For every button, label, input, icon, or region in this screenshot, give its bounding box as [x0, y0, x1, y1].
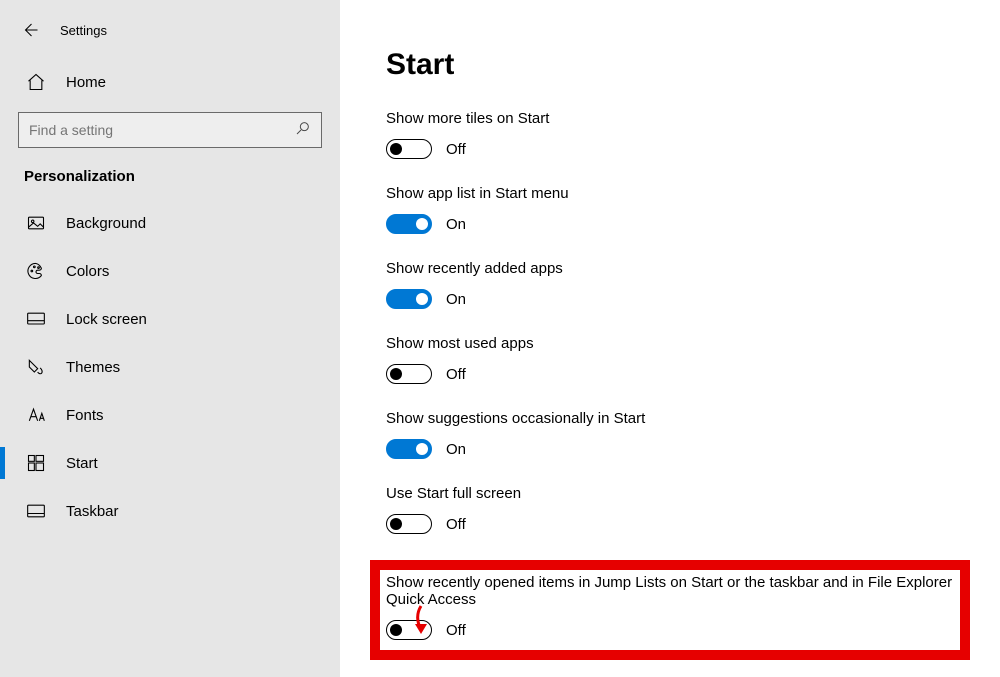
lockscreen-icon	[24, 307, 48, 331]
main-content: Start Show more tiles on Start Off Show ap…	[340, 0, 1000, 677]
setting-show-more-tiles-on-start-toggle[interactable]	[386, 139, 432, 159]
setting-show-most-used-apps: Show most used apps Off	[386, 335, 954, 384]
setting-label: Show suggestions occasionally in Start	[386, 410, 954, 427]
setting-show-suggestions-occasionally-in-start-toggle[interactable]	[386, 439, 432, 459]
sidebar-item-themes[interactable]: Themes	[0, 343, 340, 391]
toggle-state: Off	[446, 366, 466, 383]
app-title: Settings	[60, 23, 107, 38]
sidebar-item-label: Taskbar	[66, 503, 119, 520]
themes-icon	[24, 355, 48, 379]
toggle-state: On	[446, 441, 466, 458]
sidebar-item-colors[interactable]: Colors	[0, 247, 340, 295]
home-icon	[24, 70, 48, 94]
sidebar-item-background[interactable]: Background	[0, 199, 340, 247]
setting-label: Show more tiles on Start	[386, 110, 954, 127]
setting-show-recently-opened-items-in-jump-lists-toggle[interactable]	[386, 620, 432, 640]
setting-label: Show most used apps	[386, 335, 954, 352]
palette-icon	[24, 259, 48, 283]
search-icon	[295, 120, 311, 140]
setting-show-app-list-in-start-menu: Show app list in Start menu On	[386, 185, 954, 234]
setting-show-most-used-apps-toggle[interactable]	[386, 364, 432, 384]
toggle-state: On	[446, 291, 466, 308]
sidebar-item-start[interactable]: Start	[0, 439, 340, 487]
toggle-state: Off	[446, 622, 466, 639]
sidebar-item-fonts[interactable]: Fonts	[0, 391, 340, 439]
setting-label: Show recently added apps	[386, 260, 954, 277]
setting-show-recently-added-apps-toggle[interactable]	[386, 289, 432, 309]
sidebar-item-label: Lock screen	[66, 311, 147, 328]
taskbar-icon	[24, 499, 48, 523]
setting-show-app-list-in-start-menu-toggle[interactable]	[386, 214, 432, 234]
toggle-state: Off	[446, 141, 466, 158]
setting-label: Show app list in Start menu	[386, 185, 954, 202]
back-button[interactable]	[8, 10, 52, 50]
setting-use-start-full-screen: Use Start full screen Off	[386, 485, 954, 534]
topbar: Settings	[0, 10, 340, 50]
sidebar: Settings Home Personalization Background…	[0, 0, 340, 677]
sidebar-item-label: Fonts	[66, 407, 104, 424]
setting-show-suggestions-occasionally-in-start: Show suggestions occasionally in Start On	[386, 410, 954, 459]
sidebar-item-label: Colors	[66, 263, 109, 280]
sidebar-item-taskbar[interactable]: Taskbar	[0, 487, 340, 535]
fonts-icon	[24, 403, 48, 427]
setting-show-recently-opened-items-in-jump-lists: Show recently opened items in Jump Lists…	[370, 560, 970, 660]
picture-icon	[24, 211, 48, 235]
start-icon	[24, 451, 48, 475]
home-label: Home	[66, 74, 106, 91]
search-input[interactable]	[29, 122, 295, 138]
setting-label: Use Start full screen	[386, 485, 954, 502]
sidebar-item-label: Themes	[66, 359, 120, 376]
home-nav[interactable]: Home	[0, 58, 340, 106]
sidebar-item-label: Start	[66, 455, 98, 472]
setting-show-more-tiles-on-start: Show more tiles on Start Off	[386, 110, 954, 159]
setting-label: Show recently opened items in Jump Lists…	[386, 574, 954, 608]
section-label: Personalization	[0, 148, 340, 199]
toggle-state: Off	[446, 516, 466, 533]
sidebar-item-label: Background	[66, 215, 146, 232]
page-title: Start	[386, 48, 954, 82]
back-arrow-icon	[21, 21, 39, 39]
setting-use-start-full-screen-toggle[interactable]	[386, 514, 432, 534]
setting-show-recently-added-apps: Show recently added apps On	[386, 260, 954, 309]
sidebar-item-lock-screen[interactable]: Lock screen	[0, 295, 340, 343]
search-box[interactable]	[18, 112, 322, 148]
toggle-state: On	[446, 216, 466, 233]
